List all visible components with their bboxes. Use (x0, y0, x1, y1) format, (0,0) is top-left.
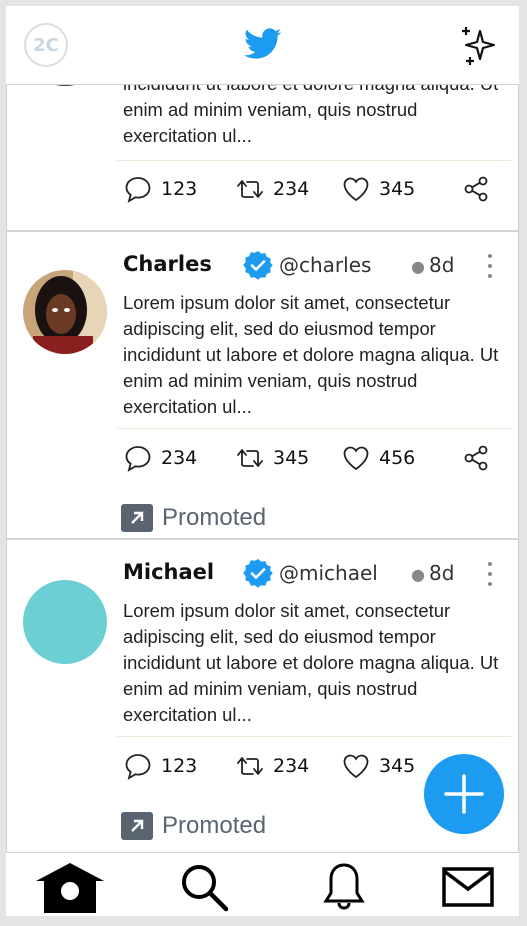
reply-icon (125, 177, 151, 203)
notifications-bell-icon[interactable] (322, 861, 366, 913)
tweet-text: Lorem ipsum dolor sit amet, consectetur … (123, 600, 499, 725)
sparkle-icon[interactable] (458, 25, 500, 67)
heart-icon (343, 754, 369, 779)
verified-badge-icon (243, 251, 273, 280)
retweet-count: 234 (273, 755, 310, 777)
reply-icon (125, 754, 151, 780)
heart-icon (343, 446, 369, 471)
retweet-button[interactable]: 345 (235, 442, 309, 474)
reply-button[interactable]: 123 (123, 173, 197, 205)
app-screen: 2C incididunt ut labore et dolore magna … (6, 6, 519, 916)
like-count: 345 (379, 178, 416, 200)
tweet-card[interactable]: incididunt ut labore et dolore magna ali… (7, 84, 518, 232)
author-avatar[interactable] (23, 270, 107, 354)
author-name[interactable]: Charles (123, 252, 212, 276)
verified-badge-icon (243, 559, 273, 588)
reply-count: 123 (161, 178, 198, 200)
share-button[interactable] (461, 173, 491, 205)
retweet-button[interactable]: 234 (235, 173, 309, 205)
like-count: 345 (379, 755, 416, 777)
promoted-text: Promoted (162, 504, 267, 531)
like-count: 456 (379, 447, 416, 469)
retweet-count: 345 (273, 447, 310, 469)
search-icon[interactable] (178, 861, 230, 913)
tweet-time: ● 8d (411, 561, 455, 585)
retweet-icon (237, 180, 263, 198)
tweet-text: Lorem ipsum dolor sit amet, consectetur … (123, 292, 499, 417)
author-handle[interactable]: @charles (279, 253, 371, 277)
promoted-label: Promoted (121, 503, 266, 533)
share-button[interactable] (461, 442, 491, 474)
time-value: 8d (428, 253, 455, 277)
promoted-arrow-icon (121, 812, 153, 840)
reply-button[interactable]: 234 (123, 442, 197, 474)
author-handle[interactable]: @michael (279, 561, 378, 585)
tweet-text: incididunt ut labore et dolore magna ali… (123, 84, 498, 146)
author-name[interactable]: Michael (123, 560, 214, 584)
like-button[interactable]: 345 (341, 750, 415, 782)
bottom-navigation (6, 852, 519, 916)
home-icon[interactable] (34, 861, 106, 913)
compose-tweet-button[interactable] (424, 754, 504, 834)
divider (117, 736, 511, 737)
like-button[interactable]: 456 (341, 442, 415, 474)
promoted-arrow-icon (121, 504, 153, 532)
twitter-bird-icon (244, 28, 282, 59)
retweet-icon (237, 757, 263, 775)
retweet-icon (237, 449, 263, 467)
tweet-card[interactable]: Charles @charles ● 8d Lorem ipsum dolor s… (7, 230, 518, 540)
reply-button[interactable]: 123 (123, 750, 197, 782)
tweet-actions: 234 345 456 (123, 442, 513, 474)
reply-count: 123 (161, 755, 198, 777)
messages-envelope-icon[interactable] (442, 867, 494, 907)
more-options-icon[interactable] (485, 561, 495, 587)
more-options-icon[interactable] (485, 253, 495, 279)
tweet-actions: 123 234 345 (123, 173, 513, 205)
author-avatar[interactable] (23, 580, 107, 664)
reply-icon (125, 446, 151, 472)
top-bar: 2C (6, 6, 519, 85)
retweet-button[interactable]: 234 (235, 750, 309, 782)
heart-icon (343, 177, 369, 202)
tweet-time: ● 8d (411, 253, 455, 277)
time-value: 8d (428, 561, 455, 585)
retweet-count: 234 (273, 178, 310, 200)
reply-count: 234 (161, 447, 198, 469)
divider (117, 428, 511, 429)
like-button[interactable]: 345 (341, 173, 415, 205)
tweet-feed[interactable]: incididunt ut labore et dolore magna ali… (6, 84, 519, 852)
profile-avatar[interactable]: 2C (24, 23, 68, 67)
promoted-label: Promoted (121, 811, 266, 841)
promoted-text: Promoted (162, 812, 267, 839)
plus-icon (444, 774, 484, 814)
share-icon (464, 445, 488, 471)
divider (117, 160, 511, 161)
share-icon (464, 176, 488, 202)
